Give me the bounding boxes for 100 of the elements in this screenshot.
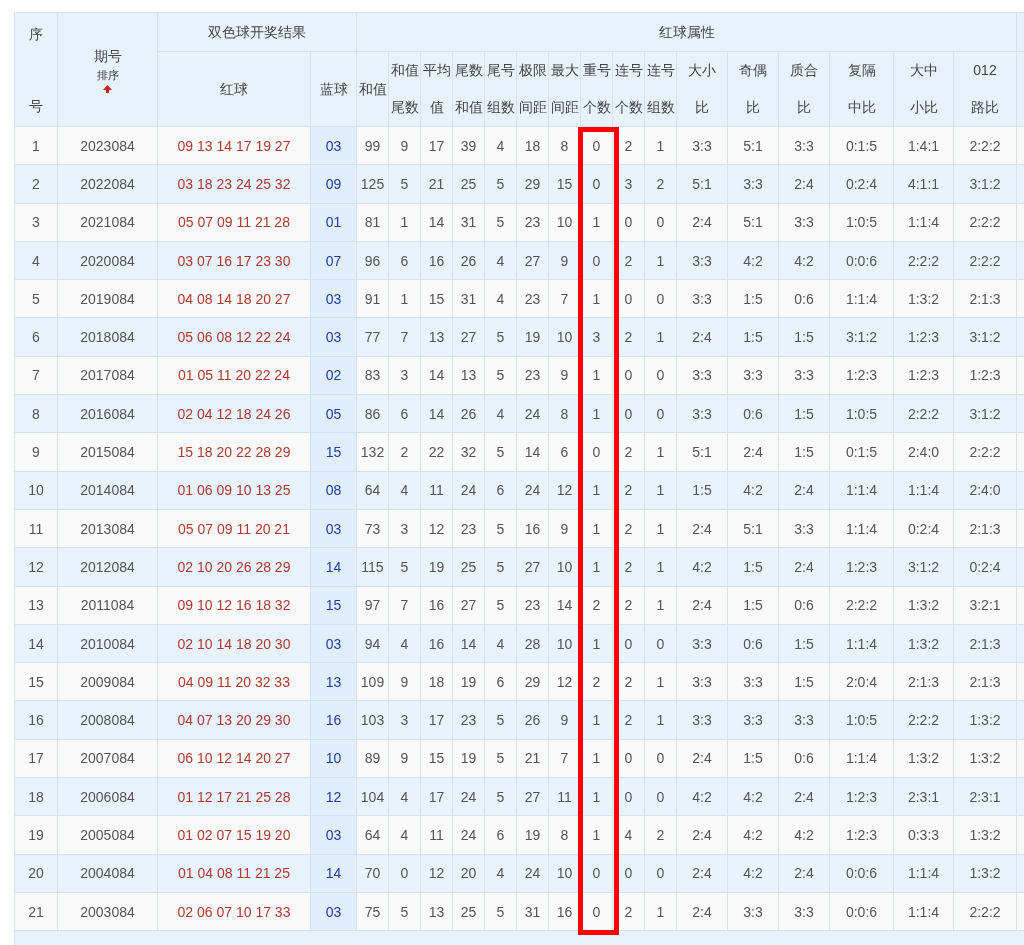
table-cell: 15 — [14, 662, 58, 701]
table-cell: 0:2:4 — [829, 164, 894, 204]
column-header: 尾号 组数 — [484, 51, 517, 127]
table-cell: 1:3:2 — [893, 279, 954, 318]
table-cell: 5:1 — [727, 203, 779, 242]
table-cell: 2009084 — [57, 662, 158, 701]
table-cell: 03 — [310, 892, 357, 931]
table-cell: 0:6 — [727, 624, 779, 663]
table-cell: 1:0:5 — [829, 203, 894, 242]
table-cell: 1:1:4 — [893, 471, 954, 510]
table-cell: 3:3 — [727, 662, 779, 701]
table-cell: 2:2:2 — [829, 586, 894, 625]
table-cell: 7 — [14, 356, 58, 395]
table-cell: 1:4:1 — [893, 126, 954, 165]
table-cell: 3:1:2 — [893, 547, 954, 587]
table-cell: 2:1:3 — [953, 279, 1017, 318]
sort-link[interactable]: 排序 — [96, 68, 119, 81]
table-cell: 0:0:6 — [829, 241, 894, 280]
table-cell: 1:5 — [778, 394, 830, 433]
table-cell: 16 — [310, 700, 357, 740]
table-cell: 2:2:2 — [953, 432, 1017, 472]
table-cell: 1:5 — [778, 318, 830, 357]
table-cell: 2:4 — [676, 586, 728, 625]
table-cell: 2012084 — [57, 547, 158, 587]
table-cell: 2010084 — [57, 624, 158, 663]
table-cell: 1:0:5 — [829, 394, 894, 433]
table-cell: 1:2:3 — [953, 356, 1017, 395]
table-cell: 2:2:2 — [893, 241, 954, 280]
table-cell: 1:1:4 — [893, 854, 954, 893]
table-cell: 0:6 — [778, 279, 830, 318]
table-cell: 20 — [14, 854, 58, 893]
table-cell: 2:4 — [676, 318, 728, 357]
table-cell: 1:0:5 — [829, 700, 894, 740]
table-cell: 1:1:4 — [829, 471, 894, 510]
table-cell: 2:1:3 — [893, 662, 954, 701]
table-cell: 4 — [14, 241, 58, 280]
table-cell: 1:5 — [727, 739, 779, 778]
table-cell: 5:1 — [727, 126, 779, 165]
table-cell: 2014084 — [57, 471, 158, 510]
table-cell: 09 — [310, 164, 357, 204]
table-cell: 2022084 — [57, 164, 158, 204]
table-cell: 3:3 — [778, 356, 830, 395]
table-cell: 1:1:4 — [893, 203, 954, 242]
table-cell: 1:5 — [676, 471, 728, 510]
table-cell: 2008084 — [57, 700, 158, 740]
table-cell: 2006084 — [57, 777, 158, 816]
table-cell: 18 — [14, 777, 58, 816]
table-cell: 03 — [310, 624, 357, 663]
table-cell: 4:2 — [727, 854, 779, 893]
table-cell: 0:0:6 — [829, 892, 894, 931]
table-cell: 15 — [310, 432, 357, 472]
table-cell: 5:1 — [676, 164, 728, 204]
table-cell: 0:2:4 — [953, 547, 1017, 587]
table-cell: 0:6 — [727, 394, 779, 433]
table-cell: 0:1:5 — [829, 432, 894, 472]
table-cell: 3:1:2 — [953, 318, 1017, 357]
table-cell: 15 — [310, 586, 357, 625]
table-cell: 3:2:1 — [953, 586, 1017, 625]
table-cell: 2:2:2 — [953, 241, 1017, 280]
table-cell: 4:1:1 — [893, 164, 954, 204]
table-cell: 1:5 — [727, 279, 779, 318]
column-header: 连号 组数 — [644, 51, 677, 127]
table-cell: 1:3:2 — [893, 586, 954, 625]
table-cell: 13 — [310, 662, 357, 701]
table-cell: 1:3:2 — [893, 624, 954, 663]
table-cell: 8 — [14, 394, 58, 433]
table-cell: 4:2 — [727, 471, 779, 510]
table-cell: 5 — [14, 279, 58, 318]
table-cell: 0:6 — [778, 586, 830, 625]
table-cell: 2:4 — [778, 547, 830, 587]
table-cell: 2015084 — [57, 432, 158, 472]
table-cell: 05 — [310, 394, 357, 433]
table-cell: 3:3 — [778, 700, 830, 740]
table-cell: 2018084 — [57, 318, 158, 357]
table-cell: 2:4 — [676, 815, 728, 855]
table-cell: 3:3 — [676, 356, 728, 395]
table-cell: 4:2 — [778, 241, 830, 280]
table-cell: 3:3 — [778, 509, 830, 548]
table-cell: 02 04 12 18 24 26 — [157, 394, 311, 433]
table-cell: 1:2:3 — [829, 815, 894, 855]
table-cell: 14 — [14, 624, 58, 663]
column-header: 序 号 — [29, 25, 43, 114]
table-cell: 2:4 — [778, 777, 830, 816]
table-cell: 2:4 — [778, 854, 830, 893]
table-cell: 03 — [310, 815, 357, 855]
table-cell: 2:0:4 — [829, 662, 894, 701]
table-cell: 05 06 08 12 22 24 — [157, 318, 311, 357]
table-cell: 2:4:0 — [953, 471, 1017, 510]
table-cell: 2:4 — [676, 509, 728, 548]
table-cell: 0:0:6 — [829, 854, 894, 893]
table-cell: 0:2:4 — [893, 509, 954, 548]
table-cell: 09 10 12 16 18 32 — [157, 586, 311, 625]
table-cell: 1:3:2 — [893, 739, 954, 778]
table-cell: 1:2:3 — [893, 318, 954, 357]
table-cell: 3:3 — [676, 624, 728, 663]
table-cell: 1:2:3 — [829, 356, 894, 395]
table-cell: 1:3:2 — [953, 815, 1017, 855]
table-cell: 1:5 — [778, 662, 830, 701]
column-header: 尾数 和值 — [452, 51, 485, 127]
table-cell: 5:1 — [727, 509, 779, 548]
